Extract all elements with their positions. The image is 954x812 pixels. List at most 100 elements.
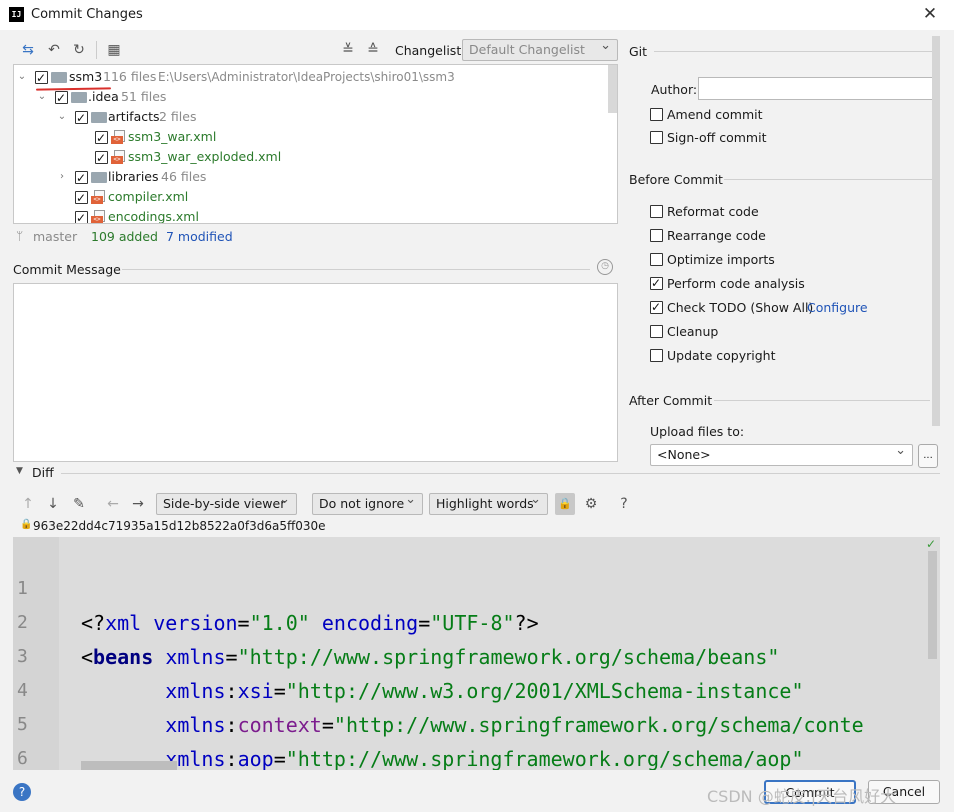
war-exploded-xml-checkbox[interactable] xyxy=(95,148,108,168)
arrow-right-icon[interactable]: → xyxy=(129,495,147,513)
edit-pencil-icon[interactable]: ✎ xyxy=(70,495,88,513)
tree-node-compiler-xml[interactable]: compiler.xml xyxy=(14,187,614,208)
close-icon[interactable]: ✕ xyxy=(920,4,940,24)
highlight-select[interactable]: Highlight words xyxy=(429,490,548,515)
changes-tree[interactable]: ⌄ ssm3 116 files E:\Users\Administrator\… xyxy=(13,64,618,224)
idea-checkbox[interactable] xyxy=(55,88,68,108)
root-checkbox[interactable] xyxy=(35,68,48,88)
branch-icon: ᛘ xyxy=(16,229,24,243)
chevron-down-icon[interactable]: ⌄ xyxy=(36,87,48,107)
divider xyxy=(654,51,938,52)
diff-code-viewer[interactable]: 1 <?xml version="1.0" encoding="UTF-8"?>… xyxy=(13,537,940,770)
modified-count[interactable]: 7 modified xyxy=(166,229,233,244)
branch-name[interactable]: master xyxy=(33,229,77,244)
ignore-select[interactable]: Do not ignore xyxy=(312,490,423,515)
before-commit-title: Before Commit xyxy=(629,172,723,187)
refresh-icon[interactable]: ↻ xyxy=(70,41,88,59)
arrow-left-icon[interactable]: ← xyxy=(104,495,122,513)
option-label: Perform code analysis xyxy=(667,276,805,291)
lock-icon[interactable]: 🔒 xyxy=(555,493,575,515)
war-xml-name: ssm3_war.xml xyxy=(128,129,217,144)
idea-name: .idea xyxy=(88,89,119,104)
tree-node-root[interactable]: ⌄ ssm3 116 files E:\Users\Administrator\… xyxy=(14,67,614,88)
option-checkbox[interactable] xyxy=(650,298,663,316)
code-text: xmlns:xsi="http://www.w3.org/2001/XMLSch… xyxy=(165,679,804,703)
arrow-up-icon[interactable]: ↑ xyxy=(19,495,37,513)
option-checkbox[interactable] xyxy=(650,229,663,242)
module-folder-icon xyxy=(51,72,67,83)
tree-node-libraries[interactable]: › libraries 46 files xyxy=(14,167,614,188)
tree-scrollbar[interactable] xyxy=(608,65,617,113)
git-section-title: Git xyxy=(629,44,648,59)
folder-icon xyxy=(71,92,87,103)
option-checkbox[interactable] xyxy=(650,274,663,292)
code-line-5: 5 xmlns:aop="http://www.springframework.… xyxy=(13,674,804,770)
folder-icon xyxy=(91,172,107,183)
intellij-icon: IJ xyxy=(9,7,24,22)
tree-node-encodings-xml[interactable]: encodings.xml xyxy=(14,207,614,223)
war-xml-checkbox[interactable] xyxy=(95,128,108,148)
history-clock-icon[interactable]: ◷ xyxy=(597,259,613,275)
encodings-xml-checkbox[interactable] xyxy=(75,208,88,223)
code-text: xmlns:context="http://www.springframewor… xyxy=(165,713,864,737)
idea-count: 51 files xyxy=(121,89,167,104)
option-checkbox[interactable] xyxy=(650,325,663,338)
chevron-down-icon[interactable]: ⌄ xyxy=(16,67,28,87)
viewer-select[interactable]: Side-by-side viewer xyxy=(156,490,297,515)
expand-collapse-icon[interactable]: ⇆ xyxy=(19,41,37,59)
divider xyxy=(724,179,938,180)
option-checkbox[interactable] xyxy=(650,349,663,362)
code-text: <beans xmlns="http://www.springframework… xyxy=(81,645,780,669)
option-checkbox[interactable] xyxy=(650,205,663,218)
option-checkbox[interactable] xyxy=(650,253,663,266)
group-by-icon[interactable]: ▦ xyxy=(105,41,123,59)
code-text: <?xml version="1.0" encoding="UTF-8"?> xyxy=(81,611,539,635)
signoff-label: Sign-off commit xyxy=(667,130,767,145)
tree-node-war-xml[interactable]: ssm3_war.xml xyxy=(14,127,614,148)
collapse-all-icon[interactable]: ≙ xyxy=(364,41,382,59)
tree-node-war-exploded-xml[interactable]: ssm3_war_exploded.xml xyxy=(14,147,614,168)
configure-link[interactable]: Configure xyxy=(807,299,868,317)
vertical-scrollbar[interactable] xyxy=(928,551,937,659)
root-count: 116 files xyxy=(103,69,157,84)
compiler-xml-name: compiler.xml xyxy=(108,189,189,204)
signoff-checkbox[interactable] xyxy=(650,131,663,144)
horizontal-scrollbar[interactable] xyxy=(81,761,177,770)
commit-hash: 963e22dd4c71935a15d12b8522a0f3d6a5ff030e xyxy=(33,519,326,533)
check-mark-icon: ✓ xyxy=(926,537,937,551)
libraries-name: libraries xyxy=(108,169,159,184)
upload-select[interactable]: <None> xyxy=(650,441,913,466)
code-text: xmlns:aop="http://www.springframework.or… xyxy=(165,747,804,770)
amend-checkbox[interactable] xyxy=(650,108,663,121)
amend-label: Amend commit xyxy=(667,107,763,122)
added-count[interactable]: 109 added xyxy=(91,229,158,244)
hash-lock-icon: 🔒 xyxy=(20,519,33,530)
gear-icon[interactable]: ⚙ xyxy=(582,495,600,513)
changelist-select[interactable]: Default Changelist xyxy=(462,36,618,61)
xml-file-icon xyxy=(111,150,125,164)
collapse-diff-icon[interactable]: ▼ xyxy=(16,466,23,476)
author-label: Author: xyxy=(651,82,698,97)
diff-section-title: Diff xyxy=(32,465,54,480)
compiler-xml-checkbox[interactable] xyxy=(75,188,88,208)
right-panel-scrollbar[interactable] xyxy=(932,36,940,426)
chevron-right-icon[interactable]: › xyxy=(56,167,68,187)
csdn-watermark: CSDN @蛇皮.|天台风好大 xyxy=(707,787,897,806)
footer-help-button[interactable]: ? xyxy=(13,783,31,801)
window-title: Commit Changes xyxy=(31,7,143,22)
divider xyxy=(122,269,590,270)
author-input[interactable] xyxy=(698,77,938,100)
undo-icon[interactable]: ↶ xyxy=(45,41,63,59)
arrow-down-icon[interactable]: ↓ xyxy=(44,495,62,513)
artifacts-checkbox[interactable] xyxy=(75,108,88,128)
help-button[interactable]: ? xyxy=(615,495,633,513)
upload-more-button[interactable]: ... xyxy=(918,444,938,468)
chevron-down-icon[interactable]: ⌄ xyxy=(56,107,68,127)
tree-node-idea[interactable]: ⌄ .idea 51 files xyxy=(14,87,614,108)
commit-message-input[interactable] xyxy=(13,283,618,462)
expand-all-icon[interactable]: ≚ xyxy=(339,41,357,59)
libraries-count: 46 files xyxy=(161,169,207,184)
code-line-3: 3 xmlns:xsi="http://www.w3.org/2001/XMLS… xyxy=(13,606,804,703)
tree-node-artifacts[interactable]: ⌄ artifacts 2 files xyxy=(14,107,614,128)
libraries-checkbox[interactable] xyxy=(75,168,88,188)
